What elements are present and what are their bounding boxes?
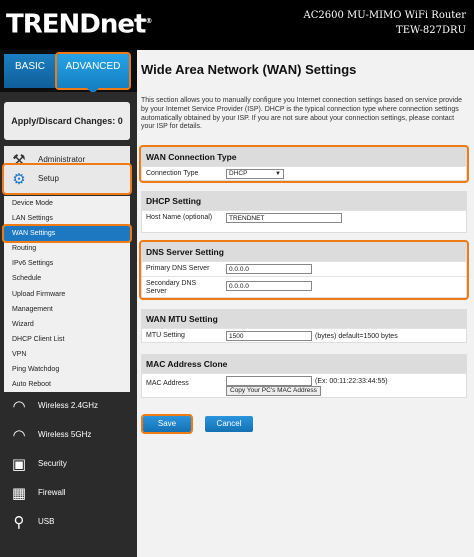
setup-submenu: Device Mode LAN Settings WAN Settings Ro…	[2, 196, 132, 393]
connection-type-select[interactable]: DHCP ▼	[226, 169, 284, 179]
section-heading: WAN Connection Type	[142, 148, 466, 166]
sidebar-subitem-wan-settings[interactable]: WAN Settings	[2, 224, 132, 244]
sidebar-subitem-management[interactable]: Management	[4, 302, 130, 317]
section-heading: DHCP Setting	[142, 192, 466, 210]
host-name-input[interactable]	[226, 213, 342, 223]
gear-icon: ⚙	[12, 170, 26, 188]
primary-dns-row: Primary DNS Server	[142, 261, 466, 276]
mtu-input[interactable]	[226, 331, 312, 341]
wan-connection-type-section: WAN Connection Type Connection Type DHCP…	[139, 145, 469, 183]
sidebar: Apply/Discard Changes: 0 ⚒ Administrator…	[0, 92, 137, 557]
tab-advanced[interactable]: ADVANCED	[55, 52, 131, 94]
connection-type-row: Connection Type DHCP ▼	[142, 166, 466, 180]
usb-icon: ⚲	[13, 513, 25, 531]
sidebar-item-firewall[interactable]: ▦ Firewall	[4, 479, 130, 507]
mac-address-row: MAC Address (Ex: 00:11:22:33:44:55) Copy…	[142, 373, 466, 397]
sidebar-subitem-upload-firmware[interactable]: Upload Firmware	[4, 287, 130, 302]
header: TRENDnet® AC2600 MU-MIMO WiFi Router TEW…	[0, 0, 474, 50]
mtu-label: MTU Setting	[146, 332, 185, 339]
sidebar-item-wireless-24ghz[interactable]: ◠ Wireless 2.4GHz	[4, 392, 130, 420]
section-heading: DNS Server Setting	[142, 243, 466, 261]
mac-address-clone-section: MAC Address Clone MAC Address (Ex: 00:11…	[141, 354, 467, 398]
sidebar-subitem-lan-settings[interactable]: LAN Settings	[4, 211, 130, 226]
sidebar-subitem-dhcp-client-list[interactable]: DHCP Client List	[4, 332, 130, 347]
sidebar-item-usb[interactable]: ⚲ USB	[4, 508, 130, 536]
secondary-dns-label: Secondary DNS Server	[146, 280, 197, 295]
mac-address-label: MAC Address	[146, 380, 189, 387]
chevron-down-icon: ▼	[275, 171, 281, 177]
lock-icon: ▣	[11, 455, 27, 473]
sidebar-subitem-auto-reboot[interactable]: Auto Reboot	[4, 377, 130, 392]
sidebar-item-label: Wireless 2.4GHz	[38, 401, 99, 410]
page-description: This section allows you to manually conf…	[141, 97, 463, 131]
sidebar-item-label: Security	[38, 459, 67, 468]
model-number: TEW-827DRU	[396, 25, 466, 36]
sidebar-item-label: Firewall	[38, 488, 66, 497]
mtu-default-note: (bytes) default=1500 bytes	[315, 332, 398, 340]
sidebar-item-setup[interactable]: ⚙ Setup	[2, 163, 132, 195]
dns-server-setting-section: DNS Server Setting Primary DNS Server Se…	[139, 240, 469, 300]
secondary-dns-input[interactable]	[226, 281, 312, 291]
model-name: AC2600 MU-MIMO WiFi Router	[303, 10, 467, 21]
apply-discard-changes[interactable]: Apply/Discard Changes: 0	[4, 102, 130, 140]
sidebar-item-label: USB	[38, 517, 55, 526]
sidebar-item-label: Setup	[38, 174, 59, 183]
sidebar-subitem-ping-watchdog[interactable]: Ping Watchdog	[4, 362, 130, 377]
logo-text: TRENDnet	[6, 9, 146, 40]
tab-basic[interactable]: BASIC	[4, 54, 56, 88]
sidebar-subitem-ipv6-settings[interactable]: IPv6 Settings	[4, 256, 130, 271]
sidebar-subitem-routing[interactable]: Routing	[4, 241, 130, 256]
trendnet-logo: TRENDnet®	[6, 9, 152, 40]
wifi-icon: ◠	[12, 397, 26, 415]
host-name-row: Host Name (optional)	[142, 210, 466, 232]
mac-example-note: (Ex: 00:11:22:33:44:55)	[315, 377, 388, 385]
dhcp-setting-section: DHCP Setting Host Name (optional)	[141, 191, 467, 233]
save-button[interactable]: Save	[141, 414, 193, 434]
section-heading: MAC Address Clone	[142, 355, 466, 373]
connection-type-value: DHCP	[229, 170, 248, 177]
sidebar-item-label: Wireless 5GHz	[38, 430, 92, 439]
sidebar-subitem-schedule[interactable]: Schedule	[4, 271, 130, 286]
primary-dns-label: Primary DNS Server	[146, 265, 210, 272]
copy-pc-mac-button[interactable]: Copy Your PC's MAC Address	[226, 386, 321, 396]
cancel-button[interactable]: Cancel	[205, 416, 253, 432]
wan-mtu-setting-section: WAN MTU Setting MTU Setting (bytes) defa…	[141, 309, 467, 343]
sidebar-item-wireless-5ghz[interactable]: ◠ Wireless 5GHz	[4, 421, 130, 449]
page-title: Wide Area Network (WAN) Settings	[141, 62, 357, 77]
sidebar-subitem-device-mode[interactable]: Device Mode	[4, 196, 130, 211]
sidebar-subitem-wizard[interactable]: Wizard	[4, 317, 130, 332]
secondary-dns-row: Secondary DNS Server	[142, 276, 466, 297]
sidebar-subitem-vpn[interactable]: VPN	[4, 347, 130, 362]
firewall-icon: ▦	[11, 484, 27, 502]
connection-type-label: Connection Type	[146, 170, 199, 177]
mac-address-input[interactable]	[226, 376, 312, 386]
wifi-icon: ◠	[12, 426, 26, 444]
primary-dns-input[interactable]	[226, 264, 312, 274]
mtu-row: MTU Setting (bytes) default=1500 bytes	[142, 328, 466, 342]
sidebar-item-label: Administrator	[38, 155, 86, 164]
main-content: Wide Area Network (WAN) Settings This se…	[137, 50, 474, 557]
section-heading: WAN MTU Setting	[142, 310, 466, 328]
host-name-label: Host Name (optional)	[146, 214, 213, 221]
sidebar-item-security[interactable]: ▣ Security	[4, 450, 130, 478]
tab-bar: BASIC ADVANCED	[0, 50, 137, 94]
